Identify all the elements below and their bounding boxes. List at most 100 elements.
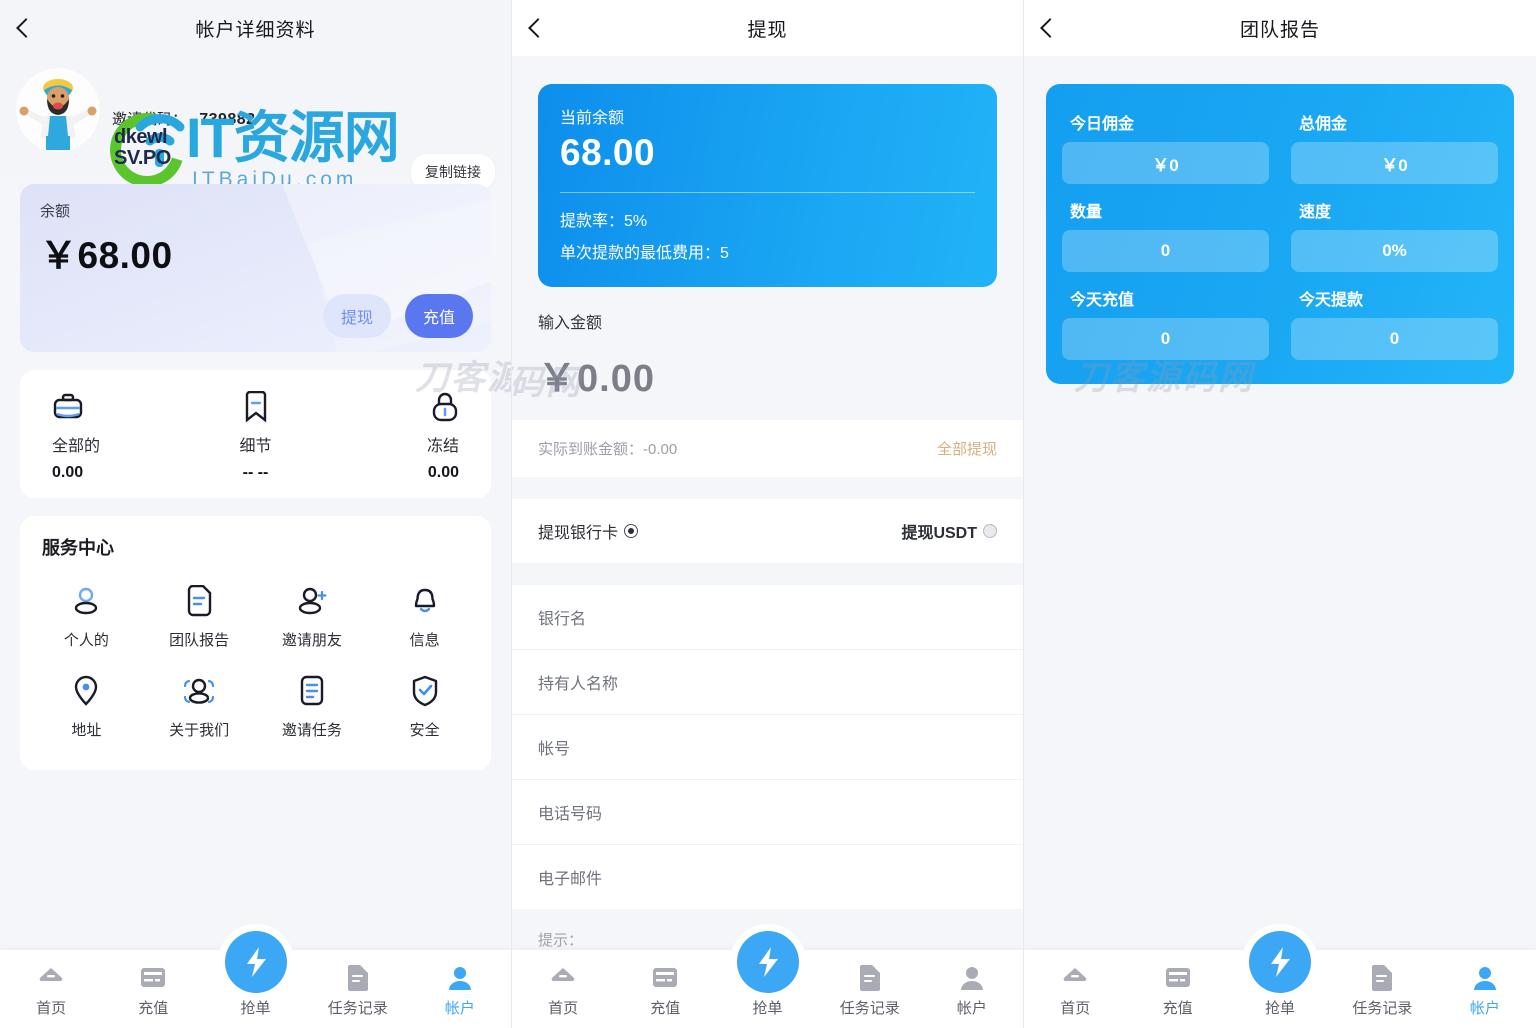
account-header: 帐户详细资料 <box>0 0 511 56</box>
stat-label: 全部的 <box>52 438 101 455</box>
home-icon <box>550 961 576 995</box>
holder-name-field[interactable]: 持有人名称 <box>512 650 1023 715</box>
withdraw-all-button[interactable]: 全部提现 <box>937 438 997 459</box>
stats-card: 全部的 0.00 细节 -- -- 冻结 0.00 <box>20 370 491 498</box>
tab-grab-order[interactable]: 抢单 <box>716 931 818 1028</box>
team-cell-value: ￥0 <box>1062 142 1269 184</box>
team-cell-label: 总佣金 <box>1299 116 1348 133</box>
team-cell-total-commission: 总佣金 ￥0 <box>1291 106 1498 184</box>
tab-grab-order[interactable]: 抢单 <box>1229 931 1331 1028</box>
bookmark-minus-icon <box>188 388 324 426</box>
lock-icon <box>323 388 459 426</box>
bolt-icon <box>736 931 799 993</box>
phone-number-field[interactable]: 电话号码 <box>512 780 1023 845</box>
tab-account[interactable]: 帐户 <box>409 961 511 1028</box>
stat-label: 冻结 <box>427 438 460 455</box>
back-button[interactable] <box>512 0 564 56</box>
doc-icon <box>346 961 370 995</box>
tab-task-record[interactable]: 任务记录 <box>307 961 409 1028</box>
service-label: 团队报告 <box>169 632 230 649</box>
method-bank-card[interactable]: 提现银行卡 <box>538 519 639 543</box>
method-usdt[interactable]: 提现USDT <box>901 519 997 543</box>
back-button[interactable] <box>1024 0 1076 56</box>
service-grid: 个人的 团队报告 邀请朋友 信息 地址 关于我们 邀请任务 安全 <box>30 568 481 748</box>
tab-label: 充值 <box>1162 1000 1193 1017</box>
recharge-button[interactable]: 充值 <box>404 294 473 338</box>
screen-team-report: 团队报告 今日佣金 ￥0 总佣金 ￥0 数量 0 速度 0% 今天充值 0 今天… <box>1024 0 1536 1028</box>
tab-recharge[interactable]: 充值 <box>102 961 204 1028</box>
bank-name-field[interactable]: 银行名 <box>512 585 1023 650</box>
service-item-team-report[interactable]: 团队报告 <box>143 568 256 658</box>
tab-home[interactable]: 首页 <box>0 961 102 1028</box>
chevron-left-icon <box>528 18 548 38</box>
service-item-address[interactable]: 地址 <box>30 658 143 748</box>
service-label: 邀请任务 <box>281 722 342 739</box>
service-item-invite-friends[interactable]: 邀请朋友 <box>256 568 369 658</box>
tab-label: 充值 <box>650 1000 681 1017</box>
profile-info: 邀请代码： 739882 <box>112 62 256 129</box>
team-cell-label: 今日佣金 <box>1070 116 1135 133</box>
team-stats-card: 今日佣金 ￥0 总佣金 ￥0 数量 0 速度 0% 今天充值 0 今天提款 0 <box>1046 84 1514 384</box>
tab-label: 首页 <box>36 1000 67 1017</box>
avatar[interactable] <box>16 68 100 152</box>
tab-recharge[interactable]: 充值 <box>614 961 716 1028</box>
tab-label: 帐户 <box>444 1000 475 1017</box>
team-cell-value: 0 <box>1062 318 1269 360</box>
chevron-left-icon <box>1040 18 1060 38</box>
document-lines-icon <box>185 582 213 620</box>
service-label: 地址 <box>71 722 102 739</box>
amount-input[interactable]: ￥0.00 <box>538 347 997 402</box>
radio-selected-icon[interactable] <box>624 524 639 538</box>
team-cell-label: 速度 <box>1299 204 1332 221</box>
tab-label: 首页 <box>548 1000 579 1017</box>
stat-total[interactable]: 全部的 0.00 <box>34 388 188 482</box>
service-item-security[interactable]: 安全 <box>368 658 481 748</box>
tab-grab-order[interactable]: 抢单 <box>204 931 306 1028</box>
withdraw-rate: 提款率：5% <box>560 213 648 230</box>
min-fee: 单次提款的最低费用：5 <box>560 245 729 262</box>
screen-withdraw: 提现 当前余额 68.00 提款率：5% 单次提款的最低费用：5 输入金额 ￥0… <box>512 0 1024 1028</box>
withdraw-button[interactable]: 提现 <box>322 294 391 338</box>
logo-brand-text: dkewl SV.PO <box>114 126 171 169</box>
tab-task-record[interactable]: 任务记录 <box>819 961 921 1028</box>
screens-container: 帐户详细资料 邀请代码： 739882 dkewl SV.PO IT资源网 IT… <box>0 0 1536 1028</box>
tab-account[interactable]: 帐户 <box>1434 961 1536 1028</box>
team-header: 团队报告 <box>1024 0 1536 56</box>
users-group-icon <box>182 672 216 710</box>
tabbar-team: 首页 充值 抢单 任务记录 帐户 <box>1024 931 1536 1028</box>
service-label: 个人的 <box>63 632 109 649</box>
section-gap-2 <box>512 563 1023 585</box>
tab-home[interactable]: 首页 <box>1024 961 1126 1028</box>
page-title: 帐户详细资料 <box>195 19 316 41</box>
service-item-messages[interactable]: 信息 <box>368 568 481 658</box>
user-icon <box>71 582 101 620</box>
back-button[interactable] <box>0 0 52 56</box>
team-cell-today-commission: 今日佣金 ￥0 <box>1062 106 1269 184</box>
service-item-about-us[interactable]: 关于我们 <box>143 658 256 748</box>
stat-label: 细节 <box>239 438 272 455</box>
tab-account[interactable]: 帐户 <box>921 961 1023 1028</box>
service-item-invite-task[interactable]: 邀请任务 <box>256 658 369 748</box>
service-label: 安全 <box>409 722 440 739</box>
tab-task-record[interactable]: 任务记录 <box>1331 961 1433 1028</box>
shield-check-icon <box>411 672 439 710</box>
stat-frozen[interactable]: 冻结 0.00 <box>323 388 477 482</box>
method-bank-label: 提现银行卡 <box>538 525 619 542</box>
team-cell-value: ￥0 <box>1291 142 1498 184</box>
team-cell-today-recharge: 今天充值 0 <box>1062 282 1269 360</box>
service-center-card: 服务中心 个人的 团队报告 邀请朋友 信息 地址 关于我们 邀请任务 安全 <box>20 516 491 770</box>
account-number-field[interactable]: 帐号 <box>512 715 1023 780</box>
tab-home[interactable]: 首页 <box>512 961 614 1028</box>
service-item-personal[interactable]: 个人的 <box>30 568 143 658</box>
tab-recharge[interactable]: 充值 <box>1126 961 1228 1028</box>
current-balance-amount: 68.00 <box>560 132 656 173</box>
email-field[interactable]: 电子邮件 <box>512 845 1023 909</box>
team-cell-quantity: 数量 0 <box>1062 194 1269 272</box>
team-cell-label: 今天充值 <box>1070 292 1135 309</box>
balance-label: 余额 <box>40 203 71 220</box>
stat-details[interactable]: 细节 -- -- <box>188 388 324 482</box>
person-icon <box>447 961 473 995</box>
radio-unselected-icon[interactable] <box>983 524 997 538</box>
team-stats-grid: 今日佣金 ￥0 总佣金 ￥0 数量 0 速度 0% 今天充值 0 今天提款 0 <box>1062 106 1498 360</box>
invite-code-value: 739882 <box>199 111 256 128</box>
